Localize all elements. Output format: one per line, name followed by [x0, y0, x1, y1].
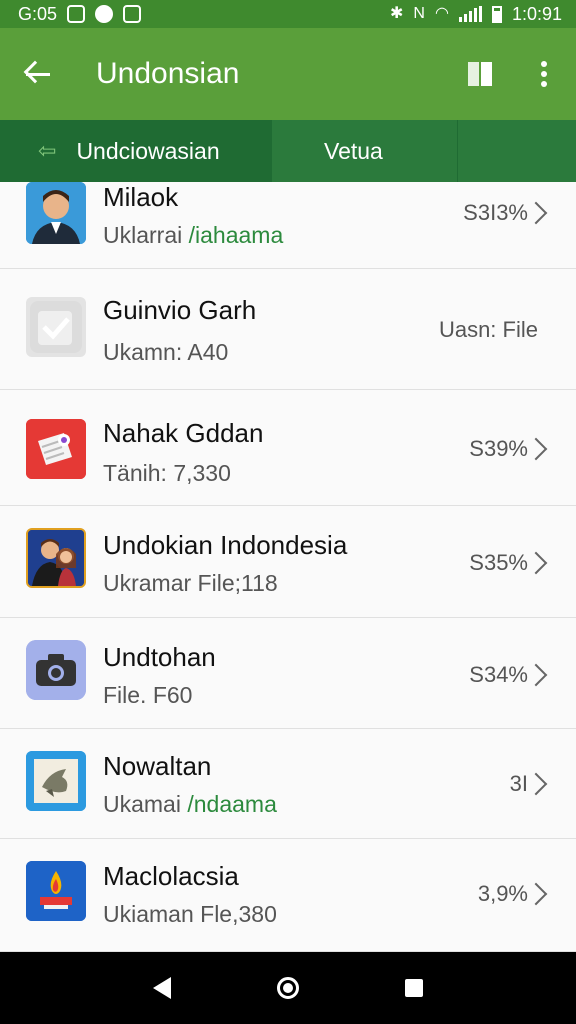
app-icon	[123, 5, 142, 23]
list-item[interactable]: Undtohan File. F60 S34%	[0, 618, 576, 729]
list-item[interactable]: Nahak Gddan Tänih: 7,330 S39%	[0, 390, 576, 506]
wifi-icon: ◠	[434, 5, 449, 22]
list-item-title: Nahak Gddan	[103, 418, 264, 448]
flame-icon	[26, 861, 86, 921]
status-right: ✱ N ◠ 1:0:91	[390, 4, 562, 25]
list-item-title: Guinvio Garh	[103, 295, 257, 325]
list-item-value: Uasn: File	[439, 317, 538, 343]
subtitle-text: Ukramar File;118	[103, 570, 278, 596]
subtitle-text: File. F60	[103, 682, 193, 708]
tab-undciowasian[interactable]: ⇦ Undciowasian	[0, 120, 272, 182]
list-item-subtitle: Tänih: 7,330	[103, 460, 231, 487]
list-item[interactable]: Maclolacsia Ukiaman Fle,380 3,9%	[0, 839, 576, 952]
tab-vetua[interactable]: Vetua	[272, 120, 458, 182]
list-item[interactable]: Undokian Indondesia Ukramar File;118 S35…	[0, 506, 576, 618]
checkbox-icon	[26, 297, 86, 357]
app-list: Milaok Uklarrai /iahaama S3I3% Guinvio G…	[0, 182, 576, 952]
bluetooth-icon: ✱	[390, 5, 404, 22]
list-item-value: 3,9%	[477, 881, 548, 907]
list-item-subtitle: Ukamn: A40	[103, 339, 228, 366]
bird-icon	[26, 751, 86, 811]
value-text: S3I3%	[463, 200, 528, 225]
list-item-value: 3I	[510, 771, 548, 797]
list-item[interactable]: Guinvio Garh Ukamn: A40 Uasn: File	[0, 269, 576, 390]
tab-empty[interactable]	[458, 120, 576, 182]
list-item[interactable]: Milaok Uklarrai /iahaama S3I3%	[0, 182, 576, 269]
circle-icon	[95, 5, 114, 23]
value-text: 3,9%	[477, 881, 528, 906]
list-item-title: Undtohan	[103, 642, 216, 672]
more-vert-icon[interactable]	[540, 60, 548, 88]
chevron-right-icon	[524, 437, 548, 461]
status-time: G:05	[18, 3, 58, 24]
list-item-title: Maclolacsia	[103, 861, 239, 891]
list-item-title: Undokian Indondesia	[103, 530, 348, 560]
chevron-right-icon	[524, 201, 548, 225]
list-item-value: S35%	[469, 550, 548, 576]
status-bar: G:05 ✱ N ◠ 1:0:91	[0, 0, 576, 28]
arrow-left-icon: ⇦	[38, 138, 57, 163]
list-item-subtitle: Ukiaman Fle,380	[103, 901, 277, 928]
couple-avatar-icon	[26, 528, 86, 588]
list-item-value: S34%	[469, 662, 548, 688]
value-text: S39%	[469, 436, 528, 461]
subtitle-accent: /ndaama	[187, 791, 277, 817]
app-bar: Undonsian	[0, 28, 576, 120]
subtitle-text: Ukamn: A40	[103, 339, 229, 365]
list-item-title: Nowaltan	[103, 751, 212, 781]
chevron-right-icon	[524, 551, 548, 575]
tab-bar: ⇦ Undciowasian Vetua	[0, 120, 576, 182]
tab-label: Undciowasian	[76, 137, 220, 164]
book-icon[interactable]	[466, 60, 494, 88]
camera-icon	[26, 640, 86, 700]
value-text: S35%	[469, 550, 528, 575]
nav-back-icon[interactable]	[153, 977, 171, 999]
chevron-right-icon	[524, 663, 548, 687]
subtitle-text: Ukiaman Fle,380	[103, 901, 277, 927]
status-clock-right: 1:0:91	[511, 3, 562, 24]
subtitle-accent: /iahaama	[188, 222, 284, 248]
list-item-value: S39%	[469, 436, 548, 462]
list-item-subtitle: Uklarrai /iahaama	[103, 222, 283, 249]
document-eye-icon	[26, 419, 86, 479]
subtitle-text: Uklarrai	[103, 222, 189, 248]
chevron-right-icon	[524, 772, 548, 796]
list-item-subtitle: File. F60	[103, 682, 192, 709]
battery-icon	[491, 5, 502, 23]
notification-box-icon	[67, 5, 86, 23]
nav-home-icon[interactable]	[277, 977, 299, 999]
subtitle-text: Tänih: 7,330	[103, 460, 231, 486]
list-item-subtitle: Ukamai /ndaama	[103, 791, 277, 818]
subtitle-text: Ukamai	[103, 791, 188, 817]
list-item-title: Milaok	[103, 182, 179, 212]
person-avatar-icon	[26, 182, 86, 244]
back-arrow-icon[interactable]	[20, 54, 60, 94]
nav-bar	[0, 952, 576, 1024]
page-title: Undonsian	[96, 57, 240, 90]
list-item-subtitle: Ukramar File;118	[103, 570, 278, 597]
list-item[interactable]: Nowaltan Ukamai /ndaama 3I	[0, 729, 576, 839]
value-text: Uasn: File	[438, 317, 538, 342]
nav-recent-icon[interactable]	[405, 979, 423, 997]
signal-icon	[458, 6, 482, 22]
nfc-icon: N	[413, 5, 425, 22]
list-item-value: S3I3%	[463, 200, 548, 226]
value-text: S34%	[469, 662, 528, 687]
tab-label: Vetua	[324, 137, 383, 164]
chevron-right-icon	[524, 882, 548, 906]
status-left: G:05	[18, 3, 142, 25]
